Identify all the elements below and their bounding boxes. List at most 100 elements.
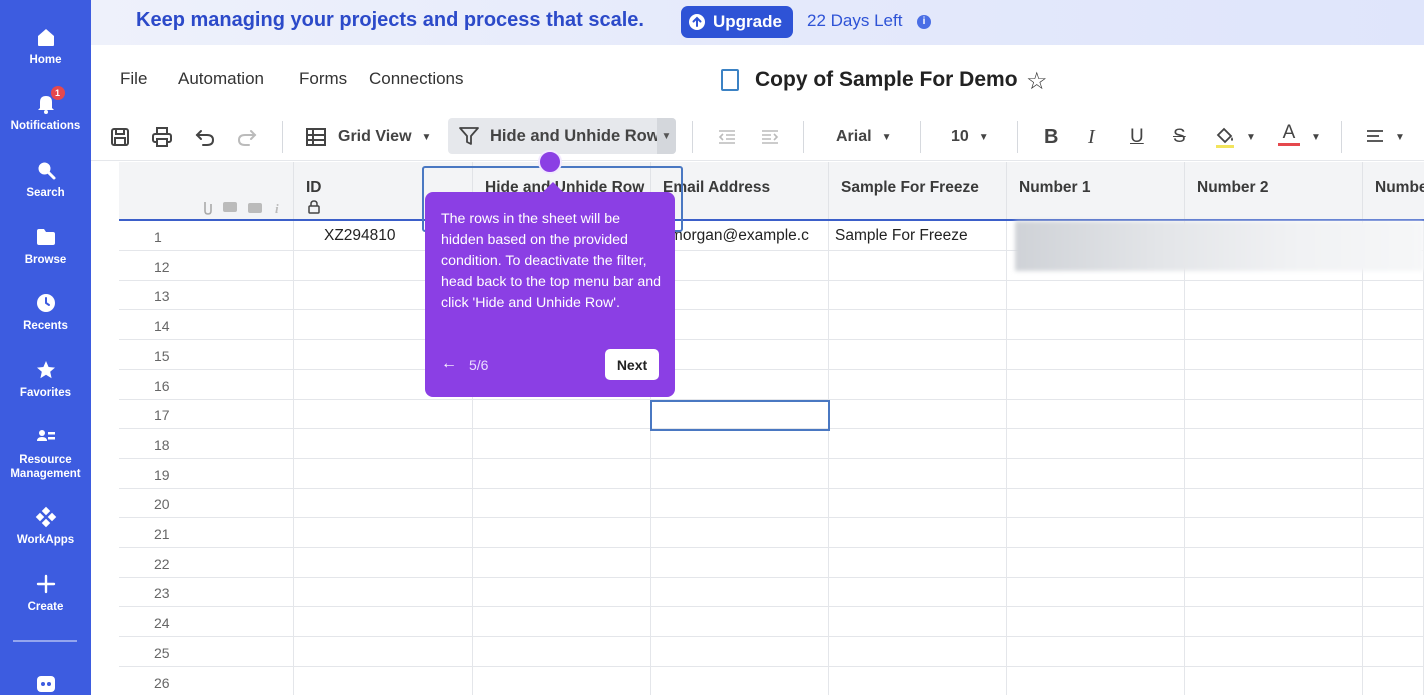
row-number[interactable]: 16 xyxy=(119,369,294,400)
table-cell[interactable] xyxy=(829,458,1007,489)
table-cell[interactable] xyxy=(829,310,1007,341)
table-cell[interactable] xyxy=(651,458,829,489)
nav-browse[interactable]: Browse xyxy=(0,226,91,267)
table-cell[interactable] xyxy=(1363,577,1424,608)
table-cell[interactable] xyxy=(1185,547,1363,578)
grid-view-dropdown[interactable]: Grid View ▼ xyxy=(305,123,431,151)
row-number[interactable]: 15 xyxy=(119,339,294,370)
table-cell[interactable] xyxy=(1185,280,1363,311)
table-cell[interactable] xyxy=(473,547,651,578)
table-cell[interactable] xyxy=(1185,428,1363,459)
column-header-number-1[interactable]: Number 1 xyxy=(1007,162,1185,219)
table-cell[interactable] xyxy=(1185,518,1363,548)
table-cell[interactable] xyxy=(651,488,829,519)
align-dropdown[interactable]: ▼ xyxy=(1365,123,1405,151)
table-cell[interactable] xyxy=(1363,339,1424,370)
nav-home[interactable]: Home xyxy=(0,26,91,67)
table-cell[interactable] xyxy=(1007,369,1185,400)
italic-button[interactable]: I xyxy=(1088,123,1095,151)
table-cell[interactable] xyxy=(473,428,651,459)
table-cell[interactable] xyxy=(473,399,651,430)
nav-recents[interactable]: Recents xyxy=(0,292,91,333)
table-cell[interactable] xyxy=(1363,636,1424,667)
table-cell[interactable] xyxy=(294,607,473,638)
table-cell[interactable] xyxy=(651,577,829,608)
table-cell[interactable] xyxy=(1185,636,1363,667)
table-cell[interactable] xyxy=(1185,369,1363,400)
back-arrow-icon[interactable]: ← xyxy=(441,355,457,373)
table-cell[interactable] xyxy=(294,518,473,548)
bold-button[interactable]: B xyxy=(1044,123,1058,151)
redo-icon[interactable] xyxy=(236,123,258,151)
table-cell[interactable] xyxy=(294,488,473,519)
table-cell[interactable] xyxy=(1363,547,1424,578)
row-number[interactable]: 12 xyxy=(119,250,294,281)
table-cell[interactable] xyxy=(473,577,651,608)
table-cell[interactable] xyxy=(1007,488,1185,519)
table-cell[interactable] xyxy=(1007,310,1185,341)
tooltip-next-button[interactable]: Next xyxy=(605,349,659,380)
column-header-sample-freeze[interactable]: Sample For Freeze xyxy=(829,162,1007,219)
table-cell[interactable] xyxy=(1007,280,1185,311)
table-cell[interactable] xyxy=(829,547,1007,578)
indent-icon[interactable] xyxy=(760,123,780,151)
nav-workapps[interactable]: WorkApps xyxy=(0,506,91,547)
table-cell[interactable] xyxy=(651,310,829,341)
underline-button[interactable]: U xyxy=(1130,123,1144,151)
outdent-icon[interactable] xyxy=(717,123,737,151)
nav-favorites[interactable]: Favorites xyxy=(0,359,91,400)
table-cell[interactable] xyxy=(651,280,829,311)
table-cell[interactable] xyxy=(1363,607,1424,638)
table-cell[interactable] xyxy=(1185,488,1363,519)
menu-connections[interactable]: Connections xyxy=(369,69,464,89)
table-cell[interactable] xyxy=(1007,518,1185,548)
row-number[interactable]: 20 xyxy=(119,488,294,519)
table-cell[interactable] xyxy=(829,577,1007,608)
table-cell[interactable] xyxy=(651,607,829,638)
menu-automation[interactable]: Automation xyxy=(178,69,264,89)
table-cell[interactable] xyxy=(1363,518,1424,548)
table-cell[interactable] xyxy=(1363,310,1424,341)
row-number[interactable]: 13 xyxy=(119,280,294,311)
table-cell[interactable] xyxy=(473,666,651,695)
table-cell[interactable] xyxy=(1007,547,1185,578)
table-cell[interactable] xyxy=(829,339,1007,370)
table-cell[interactable] xyxy=(1363,280,1424,311)
table-cell[interactable] xyxy=(829,488,1007,519)
table-cell[interactable] xyxy=(473,636,651,667)
row-number[interactable]: 18 xyxy=(119,428,294,459)
row-number[interactable]: 25 xyxy=(119,636,294,667)
undo-icon[interactable] xyxy=(194,123,216,151)
table-cell[interactable] xyxy=(829,666,1007,695)
info-icon[interactable]: i xyxy=(917,15,931,29)
nav-notifications[interactable]: 1 Notifications xyxy=(0,86,91,133)
table-cell[interactable] xyxy=(651,428,829,459)
table-cell[interactable] xyxy=(1185,399,1363,430)
table-cell[interactable] xyxy=(1007,666,1185,695)
table-cell[interactable] xyxy=(294,428,473,459)
table-cell[interactable] xyxy=(1007,607,1185,638)
table-cell[interactable] xyxy=(294,636,473,667)
table-cell[interactable] xyxy=(829,607,1007,638)
table-cell[interactable] xyxy=(651,250,829,281)
table-cell[interactable] xyxy=(473,607,651,638)
fill-color-button[interactable]: ▼ xyxy=(1214,123,1256,151)
table-cell[interactable] xyxy=(294,458,473,489)
table-cell[interactable] xyxy=(1007,458,1185,489)
column-header-number-3[interactable]: Number 3 xyxy=(1363,162,1424,219)
favorite-star-icon[interactable]: ☆ xyxy=(1026,67,1048,96)
table-cell[interactable] xyxy=(651,518,829,548)
font-size-dropdown[interactable]: 10 ▼ xyxy=(951,123,989,151)
row-number[interactable]: 26 xyxy=(119,666,294,695)
table-cell[interactable] xyxy=(1363,458,1424,489)
nav-create[interactable]: Create xyxy=(0,573,91,614)
nav-resource-management[interactable]: Resource Management xyxy=(0,426,91,481)
table-cell[interactable] xyxy=(294,577,473,608)
table-cell[interactable] xyxy=(294,399,473,430)
table-cell[interactable] xyxy=(1363,428,1424,459)
table-cell[interactable] xyxy=(1007,399,1185,430)
table-cell[interactable] xyxy=(829,399,1007,430)
table-cell[interactable] xyxy=(1185,577,1363,608)
table-cell[interactable] xyxy=(1007,636,1185,667)
table-cell[interactable] xyxy=(1007,428,1185,459)
